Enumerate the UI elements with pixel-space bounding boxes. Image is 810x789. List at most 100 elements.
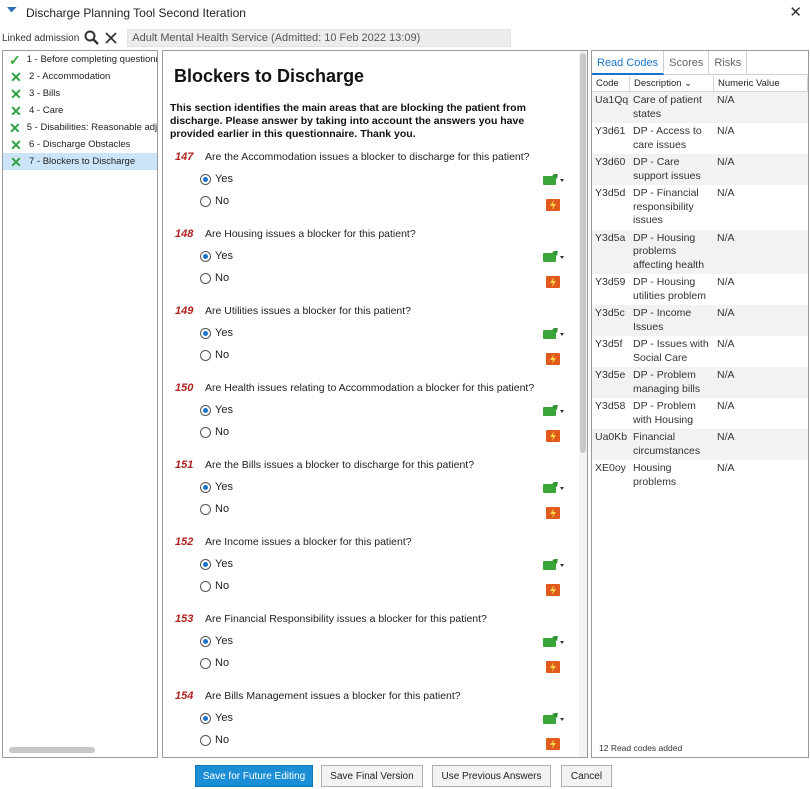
question-text: Are Bills Management issues a blocker fo… <box>205 690 461 702</box>
radio-no[interactable] <box>200 272 211 284</box>
option-no-label: No <box>215 426 230 438</box>
option-no[interactable]: No <box>200 349 229 361</box>
radio-no[interactable] <box>200 195 211 207</box>
flag-icon[interactable] <box>546 584 560 596</box>
option-yes[interactable]: Yes <box>200 635 233 647</box>
radio-no[interactable] <box>200 657 211 669</box>
table-row[interactable]: Y3d58 DP - Problem with Housing N/A <box>592 398 808 429</box>
table-row[interactable]: Y3d61 DP - Access to care issues N/A <box>592 123 808 154</box>
table-row[interactable]: Y3d5a DP - Housing problems affecting hea… <box>592 229 808 274</box>
horizontal-scrollbar[interactable] <box>9 747 95 753</box>
sidebar-item[interactable]: ✕ 5 - Disabilities: Reasonable adju <box>3 119 157 136</box>
radio-no[interactable] <box>200 580 211 592</box>
tab-scores[interactable]: Scores <box>664 51 710 75</box>
radio-yes[interactable] <box>200 635 211 647</box>
option-yes[interactable]: Yes <box>200 481 233 493</box>
radio-yes[interactable] <box>200 712 211 724</box>
option-no[interactable]: No <box>200 426 229 438</box>
save-final-button[interactable]: Save Final Version <box>321 765 423 787</box>
note-dropdown-icon[interactable] <box>543 173 565 186</box>
radio-yes[interactable] <box>200 173 211 185</box>
option-yes-label: Yes <box>215 327 233 339</box>
use-previous-button[interactable]: Use Previous Answers <box>432 765 551 787</box>
clear-icon[interactable] <box>103 29 119 47</box>
note-dropdown-icon[interactable] <box>543 635 565 648</box>
radio-no[interactable] <box>200 349 211 361</box>
tab-risks[interactable]: Risks <box>709 51 748 75</box>
cancel-button[interactable]: Cancel <box>561 765 612 787</box>
radio-yes[interactable] <box>200 250 211 262</box>
tab-read-codes[interactable]: Read Codes <box>592 51 665 75</box>
column-code[interactable]: Code <box>592 76 630 91</box>
table-row[interactable]: Y3d5d DP - Financial responsibility issue… <box>592 185 808 230</box>
table-row[interactable]: Ua0Kb Financial circumstances N/A <box>592 429 808 460</box>
cell-code: Y3d5a <box>595 231 626 244</box>
cell-numeric-value: N/A <box>717 231 735 244</box>
radio-yes[interactable] <box>200 404 211 416</box>
option-yes[interactable]: Yes <box>200 173 233 185</box>
table-row[interactable]: Y3d5e DP - Problem managing bills N/A <box>592 367 808 398</box>
option-yes[interactable]: Yes <box>200 404 233 416</box>
question-item: 147 Are the Accommodation issues a blocke… <box>163 151 581 228</box>
column-numeric-value[interactable]: Numeric Value <box>714 76 808 91</box>
radio-yes[interactable] <box>200 327 211 339</box>
question-number: 151 <box>175 459 194 471</box>
option-no[interactable]: No <box>200 657 229 669</box>
sidebar-item[interactable]: ✕ 7 - Blockers to Discharge <box>3 153 157 170</box>
table-row[interactable]: XE0oy Housing problems N/A <box>592 460 808 491</box>
search-icon[interactable] <box>83 29 101 47</box>
cell-description: DP - Access to care issues <box>633 125 702 151</box>
flag-icon[interactable] <box>546 661 560 673</box>
vertical-scrollbar[interactable] <box>579 51 587 757</box>
flag-icon[interactable] <box>546 199 560 211</box>
note-dropdown-icon[interactable] <box>543 250 565 263</box>
option-yes[interactable]: Yes <box>200 712 233 724</box>
cell-description: DP - Problem with Housing <box>633 400 696 426</box>
scrollbar-thumb[interactable] <box>580 53 586 453</box>
column-description[interactable]: Description ⌄ <box>630 76 714 91</box>
question-number: 150 <box>175 382 194 394</box>
flag-icon[interactable] <box>546 276 560 288</box>
option-no[interactable]: No <box>200 272 229 284</box>
note-dropdown-icon[interactable] <box>543 558 565 571</box>
note-dropdown-icon[interactable] <box>543 404 565 417</box>
option-no[interactable]: No <box>200 734 229 746</box>
table-row[interactable]: Ua1Qq Care of patient states N/A <box>592 92 808 123</box>
question-text: Are the Bills issues a blocker to discha… <box>205 459 475 471</box>
cross-icon: ✕ <box>10 136 22 153</box>
flag-icon[interactable] <box>546 738 560 750</box>
option-yes[interactable]: Yes <box>200 558 233 570</box>
note-dropdown-icon[interactable] <box>543 712 565 725</box>
sidebar-item[interactable]: ✕ 4 - Care <box>3 102 157 119</box>
option-no-label: No <box>215 195 230 207</box>
question-text: Are Housing issues a blocker for this pa… <box>205 228 416 240</box>
sidebar-item[interactable]: ✓ 1 - Before completing questionn <box>3 51 157 68</box>
option-yes[interactable]: Yes <box>200 327 233 339</box>
save-for-future-button[interactable]: Save for Future Editing <box>195 765 313 787</box>
flag-icon[interactable] <box>546 353 560 365</box>
radio-yes[interactable] <box>200 481 211 493</box>
note-dropdown-icon[interactable] <box>543 481 565 494</box>
option-no[interactable]: No <box>200 195 229 207</box>
option-no[interactable]: No <box>200 580 229 592</box>
cell-numeric-value: N/A <box>717 156 735 168</box>
option-no-label: No <box>215 734 230 746</box>
option-yes[interactable]: Yes <box>200 250 233 262</box>
radio-no[interactable] <box>200 734 211 746</box>
close-icon[interactable]: ✕ <box>789 3 802 21</box>
note-dropdown-icon[interactable] <box>543 327 565 340</box>
flag-icon[interactable] <box>546 430 560 442</box>
radio-no[interactable] <box>200 503 211 515</box>
sidebar-item[interactable]: ✕ 3 - Bills <box>3 85 157 102</box>
radio-no[interactable] <box>200 426 211 438</box>
flag-icon[interactable] <box>546 507 560 519</box>
table-row[interactable]: Y3d5c DP - Income Issues N/A <box>592 305 808 336</box>
option-no[interactable]: No <box>200 503 229 515</box>
sidebar-item[interactable]: ✕ 6 - Discharge Obstacles <box>3 136 157 153</box>
table-row[interactable]: Y3d5f DP - Issues with Social Care N/A <box>592 336 808 367</box>
sidebar-item[interactable]: ✕ 2 - Accommodation <box>3 68 157 85</box>
admission-field[interactable]: Adult Mental Health Service (Admitted: 1… <box>127 29 512 47</box>
table-row[interactable]: Y3d59 DP - Housing utilities problem N/A <box>592 274 808 305</box>
radio-yes[interactable] <box>200 558 211 570</box>
table-row[interactable]: Y3d60 DP - Care support issues N/A <box>592 154 808 185</box>
